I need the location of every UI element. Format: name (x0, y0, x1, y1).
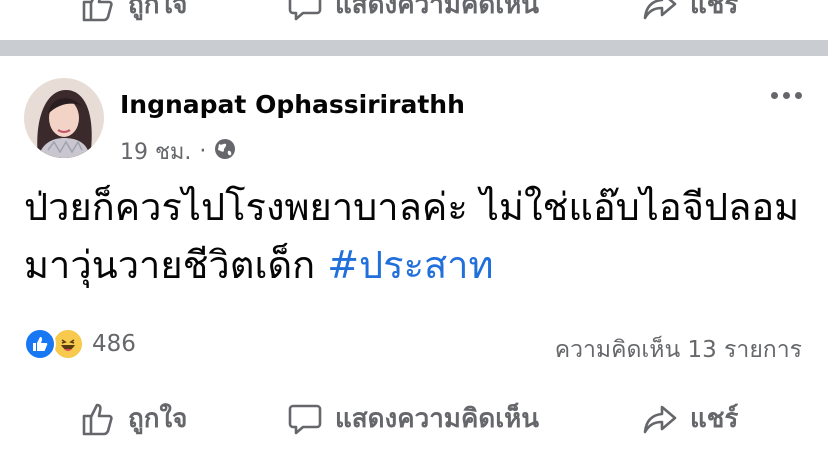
haha-icon (52, 328, 84, 360)
meta-separator: · (199, 139, 207, 164)
comment-label: แสดงความคิดเห็น (335, 0, 540, 20)
globe-icon (214, 138, 236, 166)
thumbs-up-icon (80, 401, 116, 437)
share-arrow-icon (642, 0, 678, 23)
more-dot (783, 92, 790, 99)
avatar-image (24, 78, 104, 158)
thumbs-up-icon (80, 0, 116, 23)
share-button[interactable]: แชร์ (642, 398, 738, 439)
share-label: แชร์ (690, 404, 739, 434)
avatar[interactable] (24, 78, 104, 158)
comment-button[interactable]: แสดงความคิดเห็น (287, 398, 539, 439)
share-arrow-icon (642, 401, 678, 437)
like-label: ถูกใจ (128, 0, 188, 20)
post-action-bar: ถูกใจ แสดงความคิดเห็น แชร์ (0, 392, 828, 448)
feed-post: Ingnapat Ophassirirathh 19 ชม. · ป่วยก็ค… (0, 56, 828, 451)
reaction-count: 486 (92, 331, 136, 357)
share-label: แชร์ (690, 0, 739, 20)
like-label: ถูกใจ (128, 404, 188, 434)
hashtag-link[interactable]: #ประสาท (327, 243, 493, 287)
like-icon (24, 328, 56, 360)
feed-divider (0, 40, 828, 56)
post-author[interactable]: Ingnapat Ophassirirathh (120, 90, 465, 119)
share-button[interactable]: แชร์ (642, 0, 738, 25)
more-dot (771, 92, 778, 99)
previous-post-action-bar: ถูกใจ แสดงความคิดเห็น แชร์ (0, 0, 828, 28)
like-button[interactable]: ถูกใจ (80, 0, 187, 25)
more-dot (795, 92, 802, 99)
like-button[interactable]: ถูกใจ (80, 398, 187, 439)
post-text: ป่วยก็ควรไปโรงพยาบาลค่ะ ไม่ใช่แอ๊บไอจีปล… (24, 178, 814, 294)
comment-button[interactable]: แสดงความคิดเห็น (287, 0, 539, 25)
more-options-button[interactable] (771, 92, 802, 99)
comment-icon (287, 401, 323, 437)
comment-label: แสดงความคิดเห็น (335, 404, 540, 434)
comment-icon (287, 0, 323, 23)
post-timestamp[interactable]: 19 ชม. (120, 134, 191, 169)
reaction-summary[interactable]: 486 (24, 328, 136, 360)
comment-count[interactable]: ความคิดเห็น 13 รายการ (555, 332, 802, 368)
post-meta: 19 ชม. · (120, 134, 236, 169)
